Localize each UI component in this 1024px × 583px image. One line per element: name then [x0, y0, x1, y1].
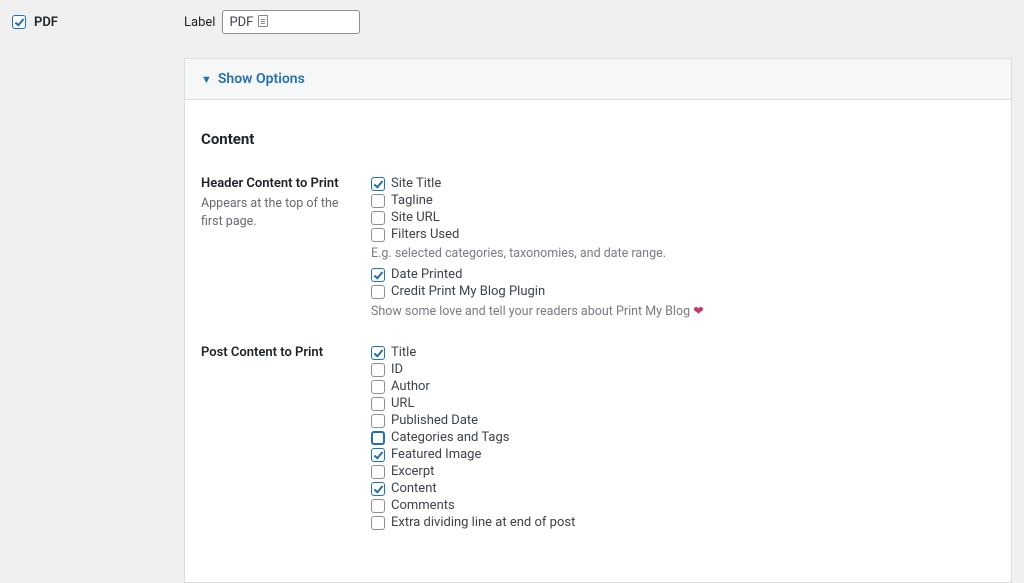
opt-credit-plugin[interactable]: Credit Print My Blog Plugin: [371, 284, 995, 300]
lbl-extra-divider: Extra dividing line at end of post: [391, 515, 575, 531]
lbl-tagline: Tagline: [391, 193, 433, 209]
cb-site-url[interactable]: [371, 211, 385, 225]
cb-extra-divider[interactable]: [371, 516, 385, 530]
lbl-post-url: URL: [391, 396, 414, 412]
lbl-author: Author: [391, 379, 430, 395]
lbl-content: Content: [391, 481, 437, 497]
cb-filters-used[interactable]: [371, 228, 385, 242]
opt-categories-tags[interactable]: Categories and Tags: [371, 430, 995, 446]
opt-published-date[interactable]: Published Date: [371, 413, 995, 429]
document-icon: [258, 15, 268, 27]
row-post-content: Post Content to Print Title ID Author: [201, 345, 995, 532]
header-content-title: Header Content to Print: [201, 176, 359, 191]
show-options-toggle[interactable]: ▼ Show Options: [185, 59, 1011, 100]
label-caption: Label: [184, 15, 215, 30]
cb-published-date[interactable]: [371, 414, 385, 428]
label-input[interactable]: [222, 10, 360, 34]
header-content-desc: Appears at the top of the first page.: [201, 195, 359, 230]
label-field-group: Label: [184, 10, 360, 34]
header-content-options: Site Title Tagline Site URL Filters Used: [371, 176, 995, 325]
cb-post-url[interactable]: [371, 397, 385, 411]
cb-comments[interactable]: [371, 499, 385, 513]
credit-hint-text: Show some love and tell your readers abo…: [371, 304, 690, 319]
lbl-site-title: Site Title: [391, 176, 441, 192]
lbl-date-printed: Date Printed: [391, 267, 462, 283]
opt-tagline[interactable]: Tagline: [371, 193, 995, 209]
cb-content[interactable]: [371, 482, 385, 496]
opt-post-id[interactable]: ID: [371, 362, 995, 378]
pdf-checkbox-label: PDF: [34, 15, 58, 30]
row-header-content: Header Content to Print Appears at the t…: [201, 176, 995, 325]
cb-tagline[interactable]: [371, 194, 385, 208]
opt-filters-used[interactable]: Filters Used: [371, 227, 995, 243]
cb-categories-tags[interactable]: [371, 431, 385, 445]
lbl-comments: Comments: [391, 498, 455, 514]
pdf-format-toggle: PDF: [12, 15, 184, 30]
opt-author[interactable]: Author: [371, 379, 995, 395]
pdf-checkbox[interactable]: [12, 15, 26, 29]
lbl-filters-used: Filters Used: [391, 227, 459, 243]
opt-post-title[interactable]: Title: [371, 345, 995, 361]
lbl-categories-tags: Categories and Tags: [391, 430, 509, 446]
lbl-post-title: Title: [391, 345, 416, 361]
opt-content[interactable]: Content: [371, 481, 995, 497]
row-post-content-labelcol: Post Content to Print: [201, 345, 371, 364]
show-options-label: Show Options: [218, 71, 305, 87]
post-content-options: Title ID Author URL: [371, 345, 995, 532]
cb-post-id[interactable]: [371, 363, 385, 377]
opt-comments[interactable]: Comments: [371, 498, 995, 514]
heart-icon: ❤: [693, 304, 703, 319]
opt-post-url[interactable]: URL: [371, 396, 995, 412]
lbl-site-url: Site URL: [391, 210, 440, 226]
opt-site-url[interactable]: Site URL: [371, 210, 995, 226]
cb-featured-image[interactable]: [371, 448, 385, 462]
cb-site-title[interactable]: [371, 177, 385, 191]
lbl-post-id: ID: [391, 362, 403, 378]
filters-used-hint: E.g. selected categories, taxonomies, an…: [371, 246, 995, 261]
opt-site-title[interactable]: Site Title: [371, 176, 995, 192]
lbl-excerpt: Excerpt: [391, 464, 434, 480]
opt-featured-image[interactable]: Featured Image: [371, 447, 995, 463]
opt-extra-divider[interactable]: Extra dividing line at end of post: [371, 515, 995, 531]
panel-body: Content Header Content to Print Appears …: [185, 100, 1011, 582]
cb-date-printed[interactable]: [371, 268, 385, 282]
cb-author[interactable]: [371, 380, 385, 394]
opt-excerpt[interactable]: Excerpt: [371, 464, 995, 480]
cb-credit-plugin[interactable]: [371, 285, 385, 299]
content-heading: Content: [201, 130, 995, 148]
options-panel: ▼ Show Options Content Header Content to…: [184, 58, 1012, 583]
triangle-down-icon: ▼: [201, 74, 212, 85]
post-content-title: Post Content to Print: [201, 345, 359, 360]
row-header-content-labelcol: Header Content to Print Appears at the t…: [201, 176, 371, 230]
cb-post-title[interactable]: [371, 346, 385, 360]
lbl-published-date: Published Date: [391, 413, 478, 429]
opt-date-printed[interactable]: Date Printed: [371, 267, 995, 283]
top-row: PDF Label: [12, 10, 1012, 34]
cb-excerpt[interactable]: [371, 465, 385, 479]
lbl-featured-image: Featured Image: [391, 447, 481, 463]
credit-hint: Show some love and tell your readers abo…: [371, 303, 995, 319]
lbl-credit-plugin: Credit Print My Blog Plugin: [391, 284, 545, 300]
